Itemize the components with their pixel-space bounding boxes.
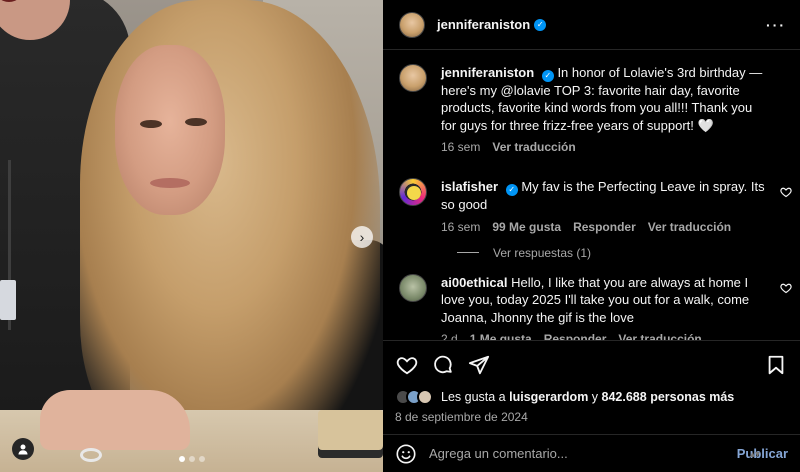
like-comment-button[interactable]	[780, 282, 792, 294]
comment-button[interactable]	[431, 353, 455, 377]
more-horizontal-icon[interactable]: ···	[766, 17, 786, 33]
comment-text-block: islafisher ✓ My fav is the Perfecting Le…	[441, 178, 768, 213]
reply-button[interactable]: Responder	[544, 332, 607, 340]
carousel-next-button[interactable]: ›	[351, 226, 373, 248]
background-person-mouth	[0, 0, 24, 2]
subject-face	[115, 45, 225, 215]
verified-badge-icon: ✓	[534, 18, 547, 31]
subject-eye-left	[140, 120, 162, 128]
view-replies-label: Ver respuestas (1)	[493, 245, 592, 260]
likes-others[interactable]: 842.688 personas más	[602, 390, 735, 404]
caption-username[interactable]: jenniferaniston	[441, 65, 534, 80]
liker-avatar	[417, 389, 433, 405]
comment-username[interactable]: islafisher	[441, 179, 498, 194]
translate-link[interactable]: Ver traducción	[648, 220, 731, 234]
caption-body: jenniferaniston ✓ In honor of Lolavie's …	[441, 64, 784, 154]
comment-item: ai00ethical Hello, I like that you are a…	[399, 273, 792, 341]
bookmark-icon	[768, 355, 784, 375]
post-header: jenniferaniston ✓ ···	[383, 0, 800, 50]
post-actions: Les gusta a luisgerardom y 842.688 perso…	[383, 340, 800, 424]
resize-handle-icon[interactable]: ▴▾	[750, 449, 760, 460]
subject-eye-right	[185, 118, 207, 126]
comment-body: islafisher ✓ My fav is the Perfecting Le…	[441, 178, 784, 233]
carousel-dot	[188, 456, 195, 462]
badge-tag	[0, 280, 16, 320]
caption-time[interactable]: 16 sem	[441, 140, 480, 154]
publish-button[interactable]: Publicar	[737, 446, 788, 461]
send-icon	[468, 355, 490, 375]
post-photo[interactable]: ›	[0, 0, 383, 472]
add-comment-bar: ▴▾ Publicar	[383, 434, 800, 472]
comment-icon	[434, 355, 452, 374]
commenter-avatar[interactable]	[399, 273, 427, 302]
carousel-dot	[178, 456, 185, 462]
likes-prefix: Les gusta a	[441, 390, 506, 404]
heart-icon	[396, 357, 418, 375]
caption-translate-link[interactable]: Ver traducción	[492, 140, 575, 154]
heart-icon	[780, 187, 792, 198]
liker-avatars	[395, 389, 433, 405]
comment-meta: 2 d 1 Me gusta Responder Ver traducción	[441, 332, 768, 340]
like-button[interactable]	[395, 353, 419, 377]
liker-username[interactable]: luisgerardom	[509, 390, 588, 404]
caption: jenniferaniston ✓ In honor of Lolavie's …	[399, 64, 784, 154]
owner-avatar[interactable]	[399, 11, 425, 38]
user-icon	[18, 444, 28, 455]
commenter-avatar[interactable]	[399, 178, 427, 207]
action-icons-row	[395, 351, 788, 379]
subject-lips	[150, 178, 190, 188]
owner-username[interactable]: jenniferaniston	[437, 17, 530, 32]
emoji-button[interactable]	[395, 443, 417, 465]
comment-text-block: ai00ethical Hello, I like that you are a…	[441, 274, 768, 327]
comment-meta: 16 sem 99 Me gusta Responder Ver traducc…	[441, 220, 768, 234]
comment-time[interactable]: 2 d	[441, 332, 458, 340]
translate-link[interactable]: Ver traducción	[618, 332, 701, 340]
emoji-icon	[396, 443, 416, 464]
comment-likes[interactable]: 1 Me gusta	[470, 332, 532, 340]
comment-body: ai00ethical Hello, I like that you are a…	[441, 274, 784, 341]
share-button[interactable]	[467, 353, 491, 377]
product-box	[318, 410, 383, 458]
comment-likes[interactable]: 99 Me gusta	[492, 220, 561, 234]
save-button[interactable]	[764, 353, 788, 377]
post-date[interactable]: 8 de septiembre de 2024	[395, 410, 788, 424]
verified-badge-icon: ✓	[541, 69, 554, 82]
caption-meta: 16 sem Ver traducción	[441, 140, 768, 154]
caption-text-block: jenniferaniston ✓ In honor of Lolavie's …	[441, 64, 768, 134]
comment-input[interactable]	[429, 446, 729, 461]
chevron-right-icon: ›	[359, 229, 365, 245]
comment-time[interactable]: 16 sem	[441, 220, 480, 234]
comment-item: islafisher ✓ My fav is the Perfecting Le…	[399, 178, 792, 234]
likes-summary[interactable]: Les gusta a luisgerardom y 842.688 perso…	[395, 389, 788, 405]
post-sidebar: jenniferaniston ✓ ··· jenniferaniston ✓ …	[383, 0, 800, 472]
verified-badge-icon: ✓	[505, 184, 518, 196]
replies-divider	[457, 252, 479, 253]
caption-avatar[interactable]	[399, 64, 427, 92]
view-replies-button[interactable]: Ver respuestas (1)	[457, 246, 784, 260]
like-comment-button[interactable]	[780, 186, 792, 198]
carousel-indicator	[0, 456, 383, 462]
carousel-dot	[198, 456, 205, 462]
likes-connector: y	[591, 390, 599, 404]
reply-button[interactable]: Responder	[573, 220, 636, 234]
subject-hand	[40, 390, 190, 450]
comments-list[interactable]: jenniferaniston ✓ In honor of Lolavie's …	[383, 50, 800, 340]
comment-username[interactable]: ai00ethical	[441, 275, 508, 290]
heart-icon	[780, 283, 792, 293]
